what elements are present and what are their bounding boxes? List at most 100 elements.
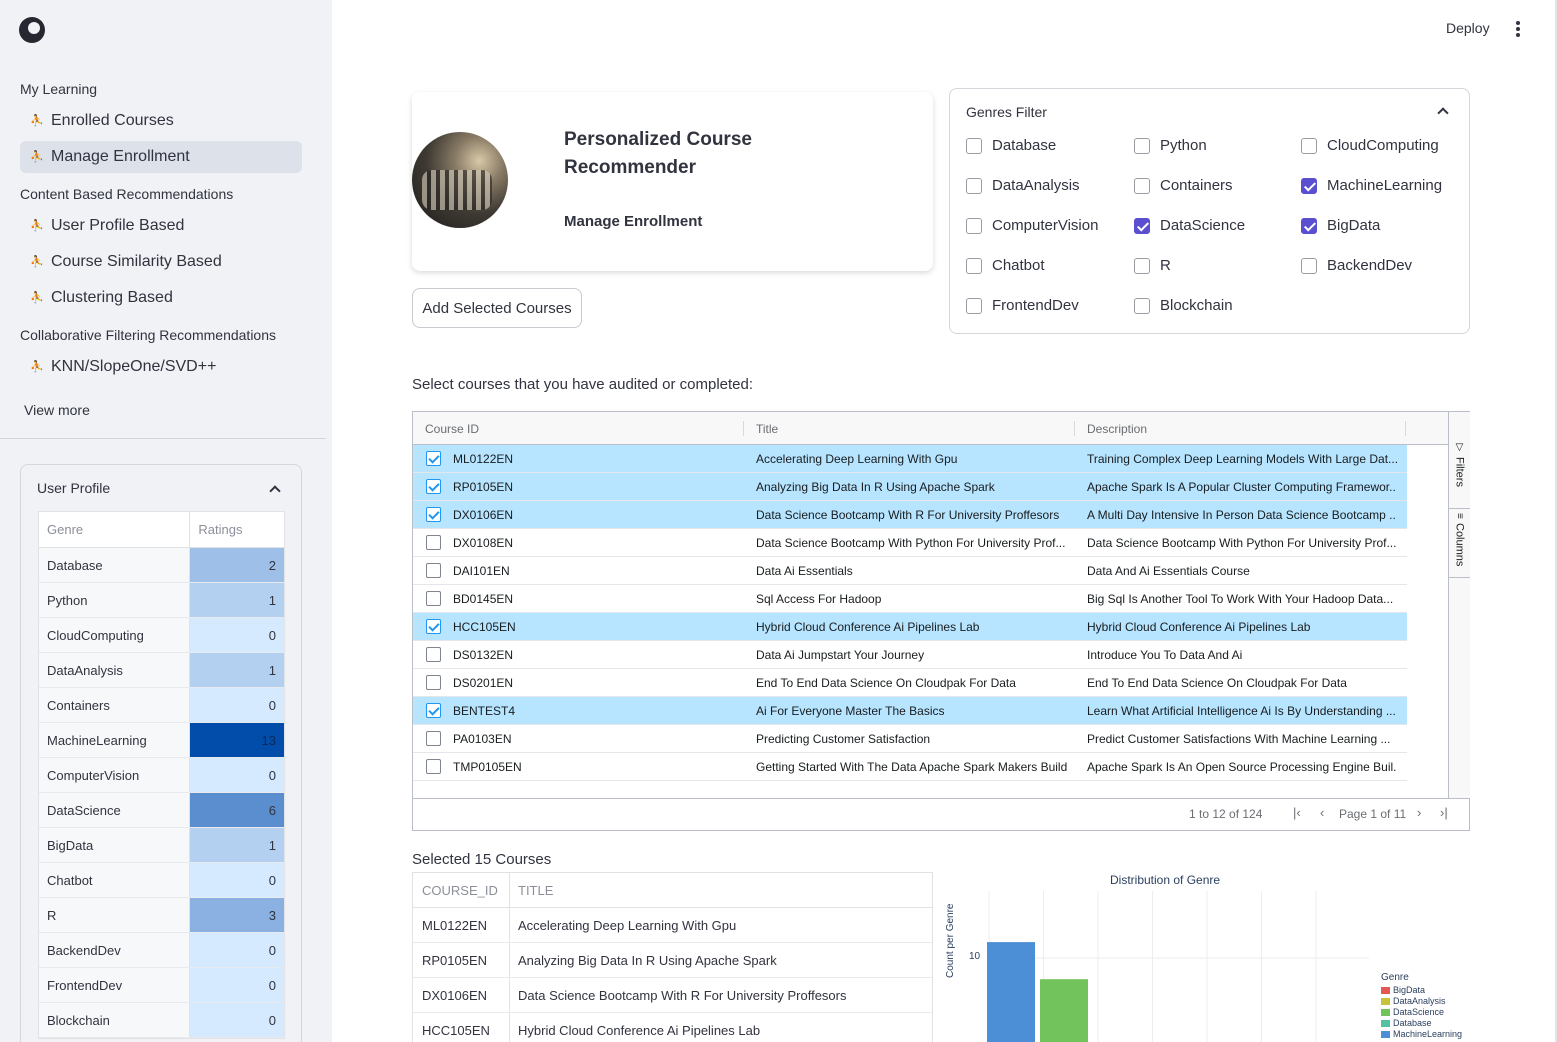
grid-row[interactable]: DS0201EN End To End Data Science On Cloud… bbox=[413, 669, 1407, 697]
ratings-value-cell[interactable]: 0 bbox=[190, 933, 284, 967]
grid-row[interactable]: DAI101EN Data Ai Essentials Data And Ai Es… bbox=[413, 557, 1407, 585]
nav-item-knn-slopeone-svd[interactable]: ⛹ KNN/SlopeOne/SVD++ bbox=[20, 351, 302, 383]
cell-course-id[interactable]: DX0108EN bbox=[453, 529, 738, 557]
cell-description[interactable]: Data Science Bootcamp With Python For Un… bbox=[1087, 529, 1397, 557]
genre-checkbox-r[interactable]: R bbox=[1134, 257, 1171, 274]
row-checkbox[interactable] bbox=[426, 591, 441, 606]
cell-title[interactable]: Hybrid Cloud Conference Ai Pipelines Lab bbox=[756, 613, 1071, 641]
grid-row[interactable]: BENTEST4 Ai For Everyone Master The Basic… bbox=[413, 697, 1407, 725]
genre-checkbox-cloudcomputing[interactable]: CloudComputing bbox=[1301, 137, 1439, 154]
genre-checkbox-bigdata[interactable]: BigData bbox=[1301, 217, 1380, 234]
legend-item[interactable]: Database bbox=[1381, 1018, 1432, 1028]
cell-course-id[interactable]: BD0145EN bbox=[453, 585, 738, 613]
checkbox-box[interactable] bbox=[1301, 217, 1317, 234]
previous-page-icon[interactable]: ‹ bbox=[1320, 805, 1324, 820]
chevron-up-icon[interactable] bbox=[269, 485, 281, 497]
first-page-icon[interactable]: |‹ bbox=[1293, 805, 1301, 820]
cell-course-id[interactable]: RP0105EN bbox=[413, 943, 510, 977]
nav-item-user-profile-based[interactable]: ⛹ User Profile Based bbox=[20, 210, 302, 242]
cell-title[interactable]: Data Science Bootcamp With R For Univers… bbox=[510, 978, 847, 1012]
filters-tab[interactable]: ▽ Filters bbox=[1449, 438, 1470, 498]
checkbox-box[interactable] bbox=[1301, 137, 1317, 154]
ratings-genre-cell[interactable]: Python bbox=[39, 583, 190, 617]
row-checkbox[interactable] bbox=[426, 563, 441, 578]
row-checkbox[interactable] bbox=[426, 731, 441, 746]
cell-title[interactable]: Data Science Bootcamp With Python For Un… bbox=[756, 529, 1071, 557]
main-menu-icon[interactable] bbox=[1516, 21, 1520, 37]
cell-title[interactable]: Accelerating Deep Learning With Gpu bbox=[756, 445, 1071, 473]
cell-description[interactable]: Hybrid Cloud Conference Ai Pipelines Lab bbox=[1087, 613, 1397, 641]
cell-title[interactable]: Getting Started With The Data Apache Spa… bbox=[756, 753, 1071, 781]
legend-item[interactable]: MachineLearning bbox=[1381, 1029, 1462, 1039]
checkbox-box[interactable] bbox=[1134, 297, 1150, 314]
cell-description[interactable]: Data And Ai Essentials Course bbox=[1087, 557, 1397, 585]
cell-course-id[interactable]: DAI101EN bbox=[453, 557, 738, 585]
column-header-title[interactable]: TITLE bbox=[510, 873, 553, 907]
row-checkbox[interactable] bbox=[426, 619, 441, 634]
ratings-genre-cell[interactable]: CloudComputing bbox=[39, 618, 190, 652]
cell-course-id[interactable]: DS0201EN bbox=[453, 669, 738, 697]
genre-checkbox-containers[interactable]: Containers bbox=[1134, 177, 1233, 194]
cell-course-id[interactable]: TMP0105EN bbox=[453, 753, 738, 781]
cell-description[interactable]: Apache Spark Is A Popular Cluster Comput… bbox=[1087, 473, 1397, 501]
chart-bar-machinelearning[interactable] bbox=[987, 942, 1035, 1042]
cell-title[interactable]: Analyzing Big Data In R Using Apache Spa… bbox=[510, 943, 777, 977]
grid-row[interactable]: DX0108EN Data Science Bootcamp With Pytho… bbox=[413, 529, 1407, 557]
cell-course-id[interactable]: PA0103EN bbox=[453, 725, 738, 753]
ratings-value-cell[interactable]: 0 bbox=[190, 863, 284, 897]
ratings-genre-cell[interactable]: ComputerVision bbox=[39, 758, 190, 792]
columns-tab[interactable]: ≡ Columns bbox=[1449, 508, 1470, 578]
ratings-genre-cell[interactable]: DataAnalysis bbox=[39, 653, 190, 687]
grid-row[interactable]: HCC105EN Hybrid Cloud Conference Ai Pipel… bbox=[413, 613, 1407, 641]
ratings-value-cell[interactable]: 3 bbox=[190, 898, 284, 932]
ratings-genre-cell[interactable]: Database bbox=[39, 548, 190, 582]
grid-row[interactable]: DX0106EN Data Science Bootcamp With R For… bbox=[413, 501, 1407, 529]
ratings-genre-cell[interactable]: R bbox=[39, 898, 190, 932]
column-header-genre[interactable]: Genre bbox=[39, 512, 191, 547]
cell-course-id[interactable]: RP0105EN bbox=[453, 473, 738, 501]
cell-course-id[interactable]: HCC105EN bbox=[453, 613, 738, 641]
ratings-genre-cell[interactable]: FrontendDev bbox=[39, 968, 190, 1002]
ratings-value-cell[interactable]: 0 bbox=[190, 688, 284, 722]
cell-title[interactable]: Data Science Bootcamp With R For Univers… bbox=[756, 501, 1071, 529]
grid-row[interactable]: BD0145EN Sql Access For Hadoop Big Sql Is … bbox=[413, 585, 1407, 613]
ratings-genre-cell[interactable]: BigData bbox=[39, 828, 190, 862]
cell-title[interactable]: Hybrid Cloud Conference Ai Pipelines Lab bbox=[510, 1013, 760, 1042]
ratings-genre-cell[interactable]: DataScience bbox=[39, 793, 190, 827]
grid-row[interactable]: RP0105EN Analyzing Big Data In R Using Ap… bbox=[413, 473, 1407, 501]
nav-item-manage-enrollment[interactable]: ⛹ Manage Enrollment bbox=[20, 141, 302, 173]
ratings-value-cell[interactable]: 1 bbox=[190, 828, 284, 862]
user-profile-title[interactable]: User Profile bbox=[37, 480, 110, 496]
cell-description[interactable]: A Multi Day Intensive In Person Data Sci… bbox=[1087, 501, 1397, 529]
cell-course-id[interactable]: DS0132EN bbox=[453, 641, 738, 669]
checkbox-box[interactable] bbox=[966, 177, 982, 194]
row-checkbox[interactable] bbox=[426, 479, 441, 494]
grid-row[interactable]: PA0103EN Predicting Customer Satisfaction… bbox=[413, 725, 1407, 753]
genre-checkbox-datascience[interactable]: DataScience bbox=[1134, 217, 1245, 234]
checkbox-box[interactable] bbox=[1301, 177, 1317, 194]
column-header-title[interactable]: Title bbox=[756, 412, 778, 445]
last-page-icon[interactable]: ›| bbox=[1440, 805, 1448, 820]
cell-title[interactable]: Predicting Customer Satisfaction bbox=[756, 725, 1071, 753]
cell-course-id[interactable]: ML0122EN bbox=[413, 908, 510, 942]
row-checkbox[interactable] bbox=[426, 535, 441, 550]
genre-checkbox-computervision[interactable]: ComputerVision bbox=[966, 217, 1098, 234]
ratings-genre-cell[interactable]: MachineLearning bbox=[39, 723, 190, 757]
cell-description[interactable]: Big Sql Is Another Tool To Work With You… bbox=[1087, 585, 1397, 613]
cell-title[interactable]: Ai For Everyone Master The Basics bbox=[756, 697, 1071, 725]
row-checkbox[interactable] bbox=[426, 703, 441, 718]
genre-checkbox-frontenddev[interactable]: FrontendDev bbox=[966, 297, 1079, 314]
cell-description[interactable]: Learn What Artificial Intelligence Ai Is… bbox=[1087, 697, 1397, 725]
cell-course-id[interactable]: DX0106EN bbox=[453, 501, 738, 529]
cell-title[interactable]: Sql Access For Hadoop bbox=[756, 585, 1071, 613]
checkbox-box[interactable] bbox=[1134, 257, 1150, 274]
genres-filter-title[interactable]: Genres Filter bbox=[966, 104, 1047, 120]
row-checkbox[interactable] bbox=[426, 507, 441, 522]
cell-description[interactable]: Introduce You To Data And Ai bbox=[1087, 641, 1397, 669]
checkbox-box[interactable] bbox=[1134, 177, 1150, 194]
view-more-link[interactable]: View more bbox=[24, 402, 90, 418]
ratings-value-cell[interactable]: 0 bbox=[190, 968, 284, 1002]
ratings-genre-cell[interactable]: Containers bbox=[39, 688, 190, 722]
ratings-genre-cell[interactable]: Blockchain bbox=[39, 1003, 190, 1037]
column-header-course-id[interactable]: Course ID bbox=[425, 412, 479, 445]
